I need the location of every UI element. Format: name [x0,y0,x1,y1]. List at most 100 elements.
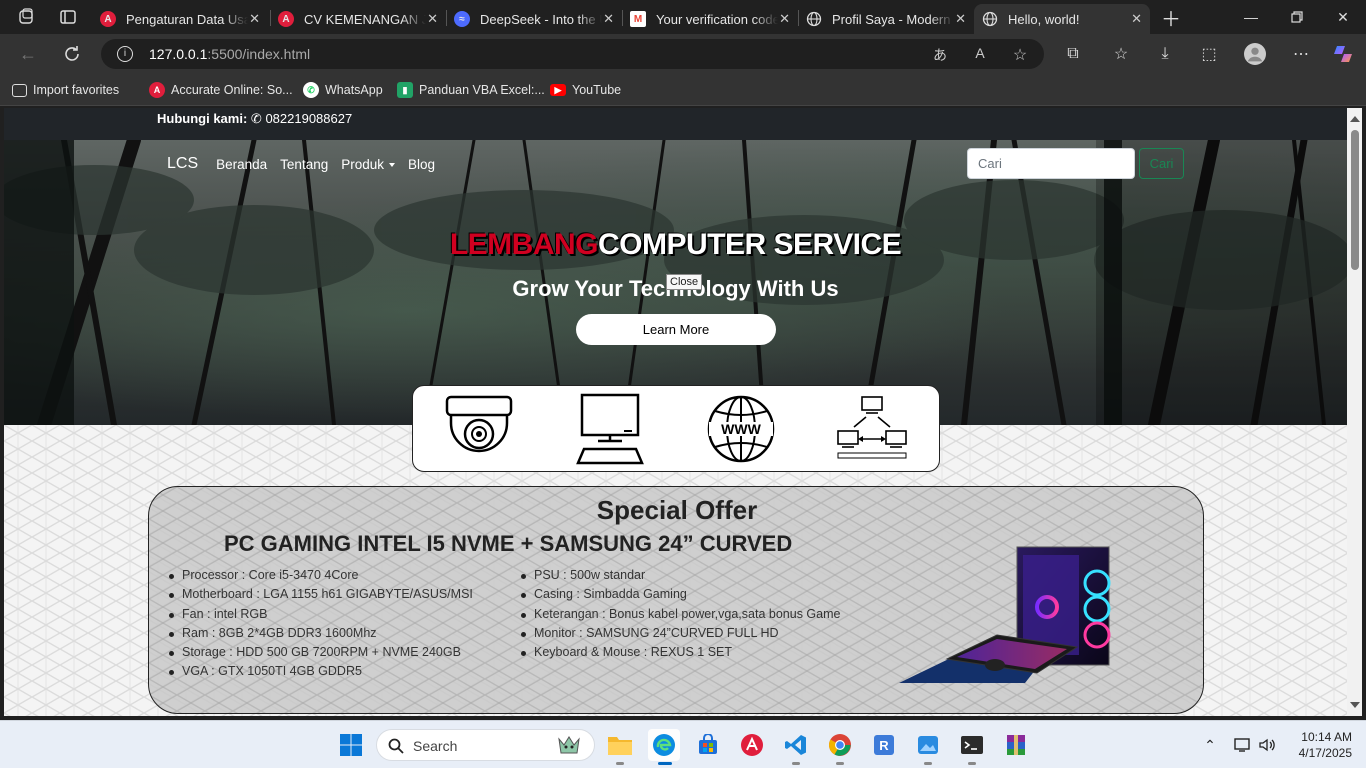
close-tab-icon[interactable]: ✕ [779,11,790,27]
workspaces-icon[interactable] [16,7,36,27]
hero-title: LEMBANGCOMPUTER SERVICE [4,228,1347,262]
tab-cv-kemenangan[interactable]: A CV KEMENANGAN JAYA ✕ [270,4,446,34]
tab-actions-icon[interactable] [58,7,78,27]
tab-gmail[interactable]: M Your verification code ✕ [622,4,798,34]
gmail-icon: M [630,11,646,27]
www-icon[interactable]: WWW [705,393,777,465]
close-tab-icon[interactable]: ✕ [249,11,260,27]
screenshot-icon[interactable]: ⬚ [1198,43,1220,65]
spec-item: Monitor : SAMSUNG 24”CURVED FULL HD [519,624,840,643]
favorites-icon[interactable]: ☆ [1110,43,1132,65]
read-aloud-icon[interactable]: A [971,45,989,63]
edge-icon[interactable] [648,729,680,765]
excel-chart-icon: ▮ [397,82,413,98]
close-tab-icon[interactable]: ✕ [427,11,438,27]
chrome-icon[interactable] [824,729,856,765]
favorite-accurate[interactable]: A Accurate Online: So... [149,81,293,99]
navbar: LCS Beranda Tentang Produk Blog [167,155,448,173]
spec-item: Keyboard & Mouse : REXUS 1 SET [519,643,840,662]
nav-link-tentang[interactable]: Tentang [280,157,328,172]
cctv-icon[interactable] [443,393,515,465]
close-tab-icon[interactable]: ✕ [603,11,614,27]
tab-hello-world[interactable]: Hello, world! ✕ [974,4,1150,34]
url-bar[interactable]: i 127.0.0.1:5500/index.html あ A ☆ [101,39,1044,69]
address-bar-row: ← i 127.0.0.1:5500/index.html あ A ☆ ⧉ ☆ … [0,34,1366,74]
hero-title-red: LEMBANG [449,228,599,261]
favorite-label: Panduan VBA Excel:... [419,83,545,97]
search-highlight-icon [558,736,580,754]
nav-dropdown-label: Produk [341,156,384,172]
minimize-icon[interactable]: — [1228,0,1274,34]
url-path: :5500/index.html [207,46,311,62]
gaming-pc-image [899,546,1111,683]
restore-icon[interactable] [1274,0,1320,34]
network-status-icon[interactable] [1230,729,1256,761]
learn-more-button[interactable]: Learn More [576,314,776,345]
offer-product-name: PC GAMING INTEL I5 NVME + SAMSUNG 24” CU… [224,531,793,556]
search-button[interactable]: Cari [1139,148,1184,179]
services-icon-box: WWW [412,385,940,472]
taskbar-search[interactable]: Search [376,729,595,761]
tab-title: DeepSeek - Into the Unknown [480,11,602,27]
search-input[interactable]: Cari [967,148,1135,179]
copilot-icon[interactable] [1332,43,1354,65]
back-icon[interactable]: ← [16,42,40,66]
contact-phone[interactable]: 082219088627 [265,111,352,126]
extensions-icon[interactable]: ⧉ [1062,43,1084,65]
rstudio-icon[interactable]: R [868,729,900,761]
nav-link-blog[interactable]: Blog [408,157,435,172]
close-window-icon[interactable]: ✕ [1320,0,1366,34]
tab-title: Profil Saya - Modern [832,11,951,27]
scroll-up-icon[interactable] [1350,116,1360,122]
favorite-youtube[interactable]: ▶ YouTube [550,81,621,99]
network-icon[interactable] [836,393,908,465]
site-info-icon[interactable]: i [117,46,133,62]
nav-dropdown-produk[interactable]: Produk [341,157,395,172]
system-clock[interactable]: 10:14 AM 4/17/2025 [1288,729,1352,761]
accurate-app-icon[interactable] [736,729,768,761]
tooltip: Close [666,274,703,290]
tab-pengaturan[interactable]: A Pengaturan Data Usaha ✕ [92,4,268,34]
favorite-label: YouTube [572,83,622,97]
nav-link-beranda[interactable]: Beranda [216,157,267,172]
tab-deepseek[interactable]: ≈ DeepSeek - Into the Unknown ✕ [446,4,622,34]
winrar-icon[interactable] [1000,729,1032,761]
url-text[interactable]: 127.0.0.1:5500/index.html [149,46,310,62]
favorite-whatsapp[interactable]: ✆ WhatsApp [303,81,383,99]
computer-icon[interactable] [574,393,646,465]
accurate-icon: A [100,11,116,27]
close-tab-icon[interactable]: ✕ [1131,11,1142,27]
favorite-import[interactable]: Import favorites [12,81,119,99]
navbar-brand[interactable]: LCS [167,155,198,173]
scrollbar-thumb[interactable] [1351,130,1359,270]
translate-icon[interactable]: あ [931,45,949,63]
contact-label: Hubungi kami: [157,111,248,126]
globe-icon [982,11,998,27]
refresh-icon[interactable] [60,42,84,66]
page-viewport: Hubungi kami: ✆ 082219088627 LCS Beranda… [4,108,1347,716]
terminal-icon[interactable] [956,729,988,765]
vertical-scrollbar[interactable] [1347,108,1362,716]
store-icon[interactable] [692,729,724,761]
spec-list-left: Processor : Core i5-3470 4Core Motherboar… [167,566,473,682]
profile-avatar[interactable] [1244,43,1266,65]
favorite-vba[interactable]: ▮ Panduan VBA Excel:... [397,81,545,99]
vscode-icon[interactable] [780,729,812,765]
favorite-label: Accurate Online: So... [171,83,293,97]
new-tab-icon[interactable]: ＋ [1161,7,1181,31]
scroll-down-icon[interactable] [1350,702,1360,708]
svg-text:WWW: WWW [721,421,761,437]
tab-profil[interactable]: Profil Saya - Modern ✕ [798,4,974,34]
photos-icon[interactable] [912,729,944,765]
volume-icon[interactable] [1254,729,1280,761]
close-tab-icon[interactable]: ✕ [955,11,966,27]
file-explorer-icon[interactable] [604,729,636,765]
more-menu-icon[interactable]: ⋯ [1290,43,1312,65]
hero-title-white: COMPUTER SERVICE [597,228,902,261]
favorite-label: WhatsApp [325,83,383,97]
favorite-star-icon[interactable]: ☆ [1011,45,1029,64]
chevron-up-icon[interactable]: ⌃ [1196,729,1224,761]
downloads-icon[interactable]: ⤓ [1154,43,1176,65]
windows-taskbar: Search R ⌃ 10:14 AM 4/17/2025 [0,720,1366,768]
start-icon[interactable] [335,729,367,761]
